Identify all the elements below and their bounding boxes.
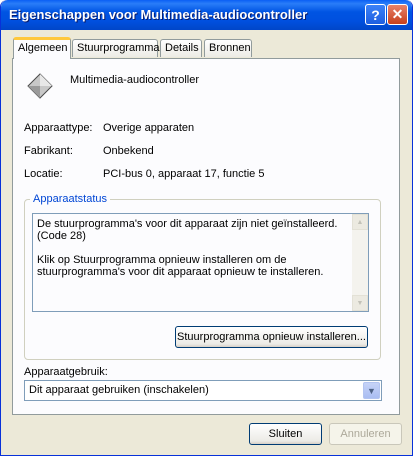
location-label: Locatie: bbox=[24, 168, 63, 180]
window-title: Eigenschappen voor Multimedia-audiocontr… bbox=[9, 7, 308, 22]
device-usage-value: Dit apparaat gebruiken (inschakelen) bbox=[29, 384, 209, 396]
reinstall-driver-button[interactable]: Stuurprogramma opnieuw installeren... bbox=[175, 326, 368, 348]
location-value: PCI-bus 0, apparaat 17, functie 5 bbox=[103, 168, 265, 180]
manufacturer-label: Fabrikant: bbox=[24, 145, 73, 157]
close-button[interactable]: ✕ bbox=[387, 4, 408, 25]
device-type-value: Overige apparaten bbox=[103, 122, 195, 134]
device-usage-label: Apparaatgebruik: bbox=[24, 366, 108, 378]
scroll-down-icon[interactable]: ▼ bbox=[352, 295, 368, 311]
scroll-up-icon[interactable]: ▲ bbox=[352, 214, 368, 230]
cancel-button[interactable]: Annuleren bbox=[329, 423, 402, 445]
device-status-title: Apparaatstatus bbox=[30, 193, 110, 205]
tab-details[interactable]: Details bbox=[160, 39, 202, 57]
device-status-textbox[interactable]: De stuurprogramma's voor dit apparaat zi… bbox=[32, 213, 369, 312]
tab-stuurprogramma[interactable]: Stuurprogramma bbox=[72, 39, 160, 57]
device-status-text: De stuurprogramma's voor dit apparaat zi… bbox=[37, 218, 338, 278]
manufacturer-value: Onbekend bbox=[103, 145, 154, 157]
status-scrollbar[interactable]: ▲ ▼ bbox=[352, 214, 368, 311]
generic-device-icon bbox=[27, 73, 53, 99]
tab-bronnen[interactable]: Bronnen bbox=[204, 39, 252, 57]
chevron-down-icon[interactable]: ▼ bbox=[363, 382, 380, 399]
device-name: Multimedia-audiocontroller bbox=[70, 74, 200, 86]
help-button[interactable]: ? bbox=[365, 4, 386, 25]
title-bar[interactable]: Eigenschappen voor Multimedia-audiocontr… bbox=[1, 0, 412, 30]
device-type-label: Apparaattype: bbox=[24, 122, 93, 134]
device-usage-select[interactable]: Dit apparaat gebruiken (inschakelen) ▼ bbox=[24, 380, 382, 401]
close-dialog-button[interactable]: Sluiten bbox=[249, 423, 322, 445]
tab-algemeen[interactable]: Algemeen bbox=[13, 37, 71, 59]
